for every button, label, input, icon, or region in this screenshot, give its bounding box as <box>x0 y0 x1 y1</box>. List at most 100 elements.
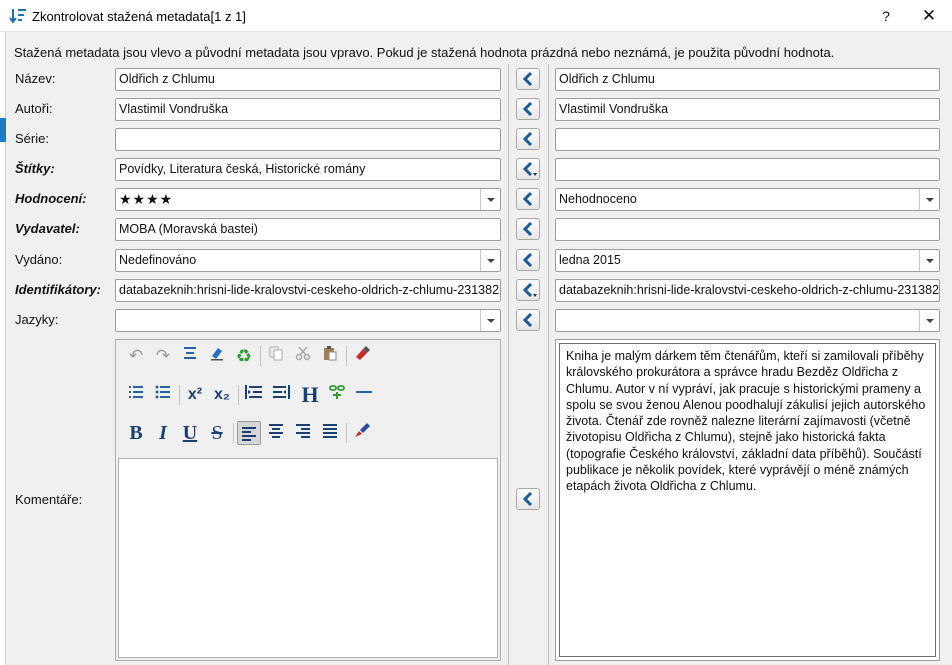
published-label: Vydáno: <box>15 252 63 267</box>
unordered-list-icon[interactable] <box>151 383 175 407</box>
text-color-icon[interactable] <box>350 421 374 445</box>
toolbar-separator <box>179 385 180 405</box>
copy-languages-button[interactable] <box>516 309 540 331</box>
horizontal-rule-icon[interactable] <box>352 383 376 407</box>
publisher-label: Vydavatel: <box>15 221 80 236</box>
arrow-left-icon <box>522 162 533 176</box>
column-divider-left <box>508 64 509 665</box>
copy-series-button[interactable] <box>516 128 540 150</box>
comments-editor: ↶ ↷ ♻ x² x₂ H B I U S <box>115 339 501 661</box>
select-all-icon[interactable] <box>178 344 202 368</box>
published-value: ledna 2015 <box>559 253 621 267</box>
chevron-down-icon[interactable] <box>919 250 939 271</box>
original-title-field[interactable]: Oldřich z Chlumu <box>555 68 940 91</box>
arrow-left-icon <box>522 313 533 327</box>
align-left-icon[interactable] <box>237 421 261 445</box>
toolbar-separator <box>238 385 239 405</box>
original-comments-view[interactable]: Kniha je malým dárkem těm čtenářům, kteř… <box>555 339 940 661</box>
rating-label: Hodnocení: <box>15 191 87 206</box>
column-divider-right <box>548 64 549 665</box>
arrow-left-icon <box>522 492 533 506</box>
chevron-down-icon[interactable] <box>480 310 500 331</box>
subscript-icon[interactable]: x₂ <box>210 383 234 407</box>
comments-edit-area[interactable] <box>118 458 498 658</box>
arrow-left-icon <box>522 222 533 236</box>
arrow-left-icon <box>522 192 533 206</box>
copy-comments-button[interactable] <box>516 488 540 510</box>
original-rating-combo[interactable]: Nehodnoceno <box>555 188 940 211</box>
ordered-list-icon[interactable] <box>124 383 148 407</box>
justify-icon[interactable] <box>318 421 342 445</box>
original-published-date[interactable]: ledna 2015 <box>555 249 940 272</box>
arrow-left-icon <box>522 132 533 146</box>
toolbar-separator <box>233 423 234 443</box>
superscript-icon[interactable]: x² <box>183 383 207 407</box>
toolbar-separator <box>346 423 347 443</box>
arrow-left-icon <box>522 253 533 267</box>
recycle-icon[interactable]: ♻ <box>232 344 256 368</box>
original-languages-combo[interactable] <box>555 309 940 332</box>
arrow-left-icon <box>522 72 533 86</box>
copy-icon[interactable] <box>264 344 288 368</box>
clear-formatting-icon[interactable] <box>205 344 229 368</box>
info-text: Stažená metadata jsou vlevo a původní me… <box>14 45 835 60</box>
original-series-field[interactable] <box>555 128 940 151</box>
cut-icon[interactable] <box>291 344 315 368</box>
copy-identifiers-button[interactable] <box>516 279 540 301</box>
copy-tags-button[interactable] <box>516 158 540 180</box>
undo-icon[interactable]: ↶ <box>124 344 148 368</box>
chevron-down-icon[interactable] <box>480 250 500 271</box>
copy-publisher-button[interactable] <box>516 218 540 240</box>
copy-published-button[interactable] <box>516 249 540 271</box>
copy-authors-button[interactable] <box>516 98 540 120</box>
bold-icon[interactable]: B <box>124 421 148 445</box>
downloaded-series-field[interactable] <box>115 128 501 151</box>
title-label: Název: <box>15 71 56 86</box>
copy-title-button[interactable] <box>516 68 540 90</box>
italic-icon[interactable]: I <box>151 421 175 445</box>
title-bar: Zkontrolovat stažená metadata[1 z 1] ? ✕ <box>0 0 952 32</box>
arrow-left-icon <box>522 102 533 116</box>
redo-icon[interactable]: ↷ <box>151 344 175 368</box>
downloaded-authors-field[interactable]: Vlastimil Vondruška <box>115 98 501 121</box>
close-button[interactable]: ✕ <box>906 0 952 32</box>
align-center-icon[interactable] <box>264 421 288 445</box>
original-authors-field[interactable]: Vlastimil Vondruška <box>555 98 940 121</box>
heading-icon[interactable]: H <box>298 383 322 407</box>
downloaded-published-date[interactable]: Nedefinováno <box>115 249 501 272</box>
downloaded-publisher-field[interactable]: MOBA (Moravská bastei) <box>115 218 501 241</box>
strikethrough-icon[interactable]: S <box>205 421 229 445</box>
tags-label: Štítky: <box>15 161 55 176</box>
indent-icon[interactable] <box>242 383 266 407</box>
identifiers-label: Identifikátory: <box>15 282 101 297</box>
toolbar-separator <box>346 346 347 366</box>
original-tags-field[interactable] <box>555 158 940 181</box>
arrow-left-icon <box>522 283 533 297</box>
align-right-icon[interactable] <box>291 421 315 445</box>
help-button[interactable]: ? <box>866 0 906 32</box>
authors-label: Autoři: <box>15 101 53 116</box>
insert-link-icon[interactable] <box>325 383 349 407</box>
downloaded-tags-field[interactable]: Povídky, Literatura česká, Historické ro… <box>115 158 501 181</box>
window-title: Zkontrolovat stažená metadata[1 z 1] <box>32 9 246 24</box>
chevron-down-icon[interactable] <box>919 310 939 331</box>
calibre-metadata-icon <box>9 9 26 24</box>
copy-rating-button[interactable] <box>516 188 540 210</box>
downloaded-languages-combo[interactable] <box>115 309 501 332</box>
original-comments-text: Kniha je malým dárkem těm čtenářům, kteř… <box>566 349 926 494</box>
original-publisher-field[interactable] <box>555 218 940 241</box>
underline-icon[interactable]: U <box>178 421 202 445</box>
languages-label: Jazyky: <box>15 312 59 327</box>
background-window-edge <box>0 32 6 665</box>
rating-stars: ★★★★ <box>119 191 174 207</box>
published-value: Nedefinováno <box>119 253 197 267</box>
downloaded-rating-combo[interactable]: ★★★★ <box>115 188 501 211</box>
downloaded-title-field[interactable]: Oldřich z Chlumu <box>115 68 501 91</box>
downloaded-identifiers-field[interactable]: databazeknih:hrisni-lide-kralovstvi-cesk… <box>115 279 501 302</box>
insert-image-icon[interactable] <box>350 344 374 368</box>
chevron-down-icon[interactable] <box>480 189 500 210</box>
paste-icon[interactable] <box>318 344 342 368</box>
original-identifiers-field[interactable]: databazeknih:hrisni-lide-kralovstvi-cesk… <box>555 279 940 302</box>
outdent-icon[interactable] <box>269 383 293 407</box>
chevron-down-icon[interactable] <box>919 189 939 210</box>
